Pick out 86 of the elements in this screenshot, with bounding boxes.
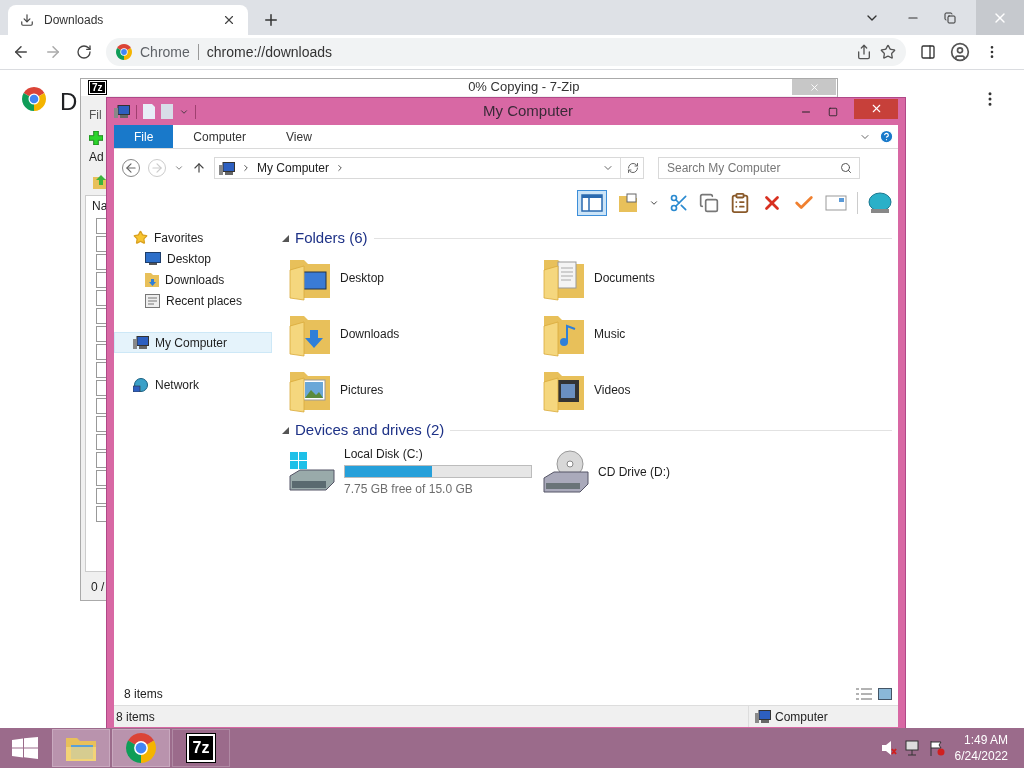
status-bar: 8 items Computer [114, 705, 898, 727]
close-tab-icon[interactable] [222, 13, 236, 27]
profile-icon[interactable] [950, 42, 970, 62]
ribbon-tab[interactable]: View [266, 125, 332, 148]
ribbon-tab[interactable]: File [114, 125, 174, 148]
nav-item[interactable]: Favorites [114, 227, 272, 248]
clock-date[interactable]: 6/24/2022 [954, 748, 1008, 764]
bookmark-star-icon[interactable] [880, 44, 896, 60]
folder-options-icon[interactable] [617, 192, 639, 214]
address-bar[interactable]: My Computer [214, 157, 644, 179]
download-icon [20, 13, 34, 27]
maximize-icon[interactable] [828, 106, 838, 117]
help-icon[interactable] [879, 129, 894, 144]
download-folder-icon [145, 272, 159, 287]
search-field[interactable]: Search My Computer [658, 157, 860, 179]
flag-icon[interactable] [928, 740, 945, 756]
item-count: 8 items [124, 686, 163, 703]
nav-item[interactable]: My Computer [114, 332, 272, 353]
folder-name: Downloads [340, 326, 400, 343]
nav-item[interactable]: Recent places [114, 290, 272, 311]
taskbar-button[interactable]: 7z [172, 729, 230, 767]
drive-name: Local Disk (C:) [344, 446, 424, 463]
column-header[interactable]: Na [92, 196, 108, 216]
side-panel-icon[interactable] [920, 44, 936, 60]
cut-icon[interactable] [669, 193, 689, 213]
new-tab-icon[interactable] [262, 11, 280, 29]
pane-layout-icon [581, 194, 603, 212]
hard-drive-icon [288, 451, 336, 492]
large-icons-view-icon[interactable] [878, 688, 892, 700]
page-heading: D [60, 87, 78, 117]
folder-name: Pictures [340, 382, 384, 399]
preview-pane-button[interactable] [577, 190, 607, 216]
window-title: 0% Copying - 7-Zip [467, 79, 581, 94]
close-icon [808, 81, 820, 93]
star-icon [133, 230, 148, 245]
clock-time[interactable]: 1:49 AM [963, 732, 1008, 748]
paste-icon[interactable] [729, 192, 751, 214]
folder-name: Desktop [340, 270, 385, 287]
up-icon[interactable] [192, 161, 206, 175]
computer-icon [133, 336, 149, 349]
taskbar-button[interactable] [112, 729, 170, 767]
share-icon[interactable] [856, 44, 872, 60]
nav-item[interactable]: Network [114, 374, 272, 395]
back-icon[interactable] [12, 43, 30, 61]
windows-logo-icon[interactable] [12, 737, 38, 759]
ribbon-tab[interactable]: Computer [173, 125, 267, 148]
card-icon[interactable] [825, 195, 847, 211]
nav-item[interactable]: Downloads [114, 269, 272, 290]
status-text: 0 / [90, 579, 106, 594]
chrome-logo-icon [22, 87, 46, 111]
computer-icon [114, 105, 130, 118]
restore-icon[interactable] [944, 12, 956, 24]
group-header[interactable]: Devices and drives (2) [295, 418, 445, 442]
network-icon[interactable] [904, 740, 921, 756]
muted-speaker-icon[interactable] [880, 740, 897, 756]
free-space-text: 7.75 GB free of 15.0 GB [344, 481, 474, 498]
drive-name: CD Drive (D:) [598, 463, 670, 481]
collapse-arrow-icon[interactable] [282, 234, 289, 242]
computer-icon [219, 161, 235, 175]
nav-item[interactable]: Desktop [114, 248, 272, 269]
copy-icon[interactable] [699, 193, 719, 213]
recent-places-icon [145, 293, 160, 308]
reload-icon[interactable] [76, 44, 92, 60]
folder-name: Music [594, 326, 626, 343]
toolbar-label: Ad [89, 149, 104, 166]
computer-icon [755, 710, 771, 723]
zip-icon: 7z [89, 81, 106, 94]
menu-item[interactable]: Fil [89, 106, 102, 126]
browser-tab[interactable]: Downloads [8, 5, 248, 35]
search-icon [840, 162, 852, 174]
network-icon [133, 377, 149, 392]
monitor-icon [145, 252, 161, 265]
address-bar[interactable]: Chrome chrome://downloads [106, 38, 906, 66]
zip-logo: 7z [186, 734, 216, 762]
folder-name: Documents [594, 270, 655, 287]
chrome-logo-icon [116, 44, 132, 60]
chrome-logo-icon [126, 733, 156, 763]
group-header[interactable]: Folders (6) [295, 226, 368, 250]
recent-locations-icon[interactable] [174, 163, 184, 173]
collapse-arrow-icon[interactable] [282, 426, 289, 434]
refresh-icon[interactable] [627, 162, 639, 174]
globe-icon[interactable] [868, 192, 892, 214]
cd-drive-icon [542, 449, 590, 494]
window-title: My Computer [482, 101, 574, 122]
plus-icon[interactable] [89, 131, 103, 145]
folder-name: Videos [594, 382, 631, 399]
